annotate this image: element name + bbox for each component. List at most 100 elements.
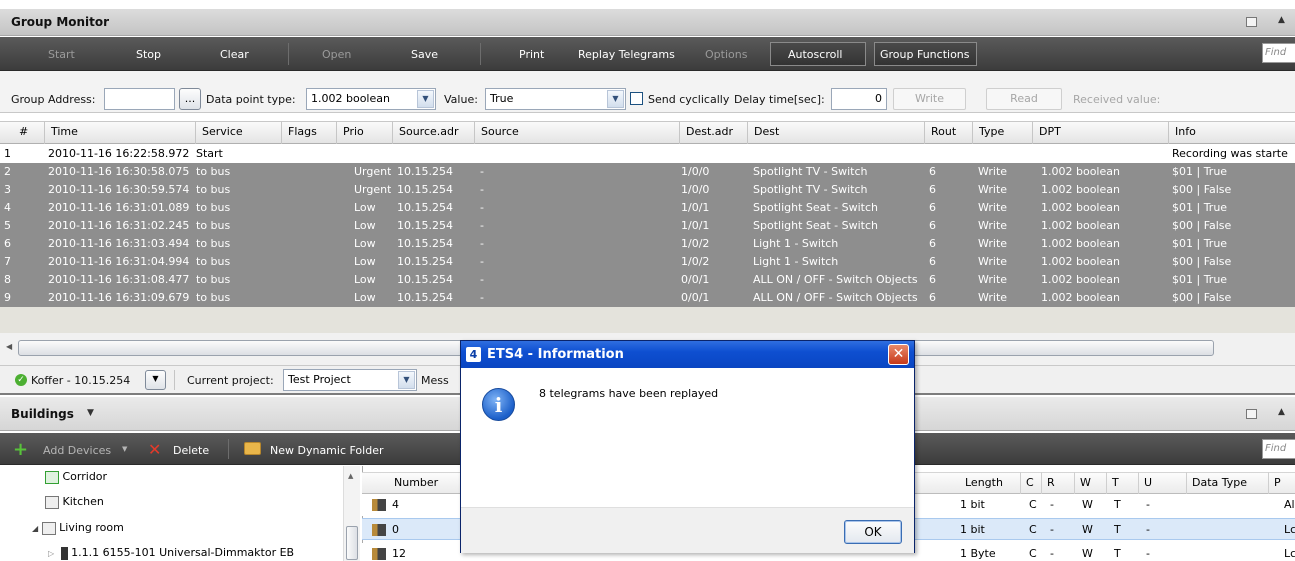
col-source[interactable]: Source xyxy=(475,121,680,144)
col-w[interactable]: W xyxy=(1075,472,1107,494)
scroll-thumb[interactable] xyxy=(346,526,358,560)
col-t[interactable]: T xyxy=(1107,472,1139,494)
maximize-icon[interactable] xyxy=(1246,409,1257,419)
col-rout[interactable]: Rout xyxy=(925,121,973,144)
col-info[interactable]: Info xyxy=(1169,121,1295,144)
tree-item-device[interactable]: ▷ 1.1.1 6155-101 Universal-Dimmaktor EB xyxy=(48,546,294,560)
collapse-icon[interactable]: ▲ xyxy=(1278,407,1285,417)
telegram-form: Group Address: ... Data point type: 1.00… xyxy=(0,71,1295,113)
options-button[interactable]: Options xyxy=(705,48,747,61)
col-number[interactable]: # xyxy=(13,121,45,144)
cell-source: - xyxy=(480,201,484,214)
cell-source-adr: 10.15.254 xyxy=(397,165,453,178)
cell-type: Write xyxy=(978,237,1008,250)
col-dest[interactable]: Dest xyxy=(748,121,925,144)
cell-source: - xyxy=(480,165,484,178)
monitor-find-input[interactable]: Find xyxy=(1262,43,1295,63)
print-button[interactable]: Print xyxy=(519,48,544,61)
table-row[interactable]: 4 2010-11-16 16:31:01.089 to bus Low 10.… xyxy=(0,199,1295,217)
write-button[interactable]: Write xyxy=(893,88,966,110)
tree-item-corridor[interactable]: Corridor xyxy=(45,470,107,484)
table-row[interactable]: 5 2010-11-16 16:31:02.245 to bus Low 10.… xyxy=(0,217,1295,235)
col-c[interactable]: C xyxy=(1021,472,1042,494)
col-r[interactable]: R xyxy=(1042,472,1075,494)
add-devices-button[interactable]: Add Devices xyxy=(43,444,111,457)
interface-dropdown[interactable]: ▼ xyxy=(145,370,166,390)
buildings-title[interactable]: Buildings xyxy=(11,407,74,421)
col-number[interactable]: Number xyxy=(389,472,461,494)
save-button[interactable]: Save xyxy=(411,48,438,61)
tree-scrollbar[interactable]: ▲ xyxy=(343,466,360,561)
chevron-down-icon[interactable]: ▼ xyxy=(87,408,94,418)
tree-item-kitchen[interactable]: Kitchen xyxy=(45,495,104,509)
expand-arrow-icon[interactable]: ◢ xyxy=(32,524,38,533)
table-row[interactable]: 6 2010-11-16 16:31:03.494 to bus Low 10.… xyxy=(0,235,1295,253)
col-u[interactable]: U xyxy=(1139,472,1187,494)
scroll-up-icon[interactable]: ▲ xyxy=(348,472,353,480)
cell-rout: 6 xyxy=(929,237,936,250)
col-length[interactable]: Length xyxy=(960,472,1021,494)
col-service[interactable]: Service xyxy=(196,121,282,144)
col-p[interactable]: P xyxy=(1269,472,1295,494)
cell-prio: Low xyxy=(354,237,376,250)
col-dest-adr[interactable]: Dest.adr xyxy=(680,121,748,144)
col-data-type[interactable]: Data Type xyxy=(1187,472,1269,494)
browse-button[interactable]: ... xyxy=(179,88,201,110)
cell-time: 2010-11-16 16:31:04.994 xyxy=(48,255,190,268)
cell-time: 2010-11-16 16:22:58.972 xyxy=(48,147,190,160)
information-dialog: 4 ETS4 - Information ✕ i 8 telegrams hav… xyxy=(460,340,915,553)
maximize-icon[interactable] xyxy=(1246,17,1257,27)
table-row[interactable]: 9 2010-11-16 16:31:09.679 to bus Low 10.… xyxy=(0,289,1295,307)
cell-info: $00 | False xyxy=(1172,183,1232,196)
col-flags[interactable]: Flags xyxy=(282,121,337,144)
group-address-input[interactable] xyxy=(104,88,175,110)
dpt-select[interactable]: 1.002 boolean ▼ xyxy=(306,88,436,110)
table-row[interactable]: 1 2010-11-16 16:22:58.972 Start Recordin… xyxy=(0,145,1295,163)
collapse-icon[interactable]: ▲ xyxy=(1278,15,1285,25)
chevron-down-icon[interactable]: ▼ xyxy=(122,445,127,453)
cell-source: - xyxy=(480,237,484,250)
close-icon[interactable]: ✕ xyxy=(888,344,909,365)
col-source-adr[interactable]: Source.adr xyxy=(393,121,475,144)
send-cyclically-checkbox[interactable] xyxy=(630,92,643,105)
replay-telegrams-button[interactable]: Replay Telegrams xyxy=(578,48,675,61)
delete-button[interactable]: Delete xyxy=(173,444,209,457)
col-prio[interactable]: Prio xyxy=(337,121,393,144)
clear-button[interactable]: Clear xyxy=(220,48,249,61)
buildings-find-input[interactable]: Find xyxy=(1262,439,1295,459)
cell-dpt: 1.002 boolean xyxy=(1041,201,1120,214)
value-select[interactable]: True ▼ xyxy=(485,88,626,110)
collapsed-arrow-icon[interactable]: ▷ xyxy=(48,549,54,558)
cell-type: Write xyxy=(978,183,1008,196)
table-row[interactable]: 8 2010-11-16 16:31:08.477 to bus Low 10.… xyxy=(0,271,1295,289)
start-button[interactable]: Start xyxy=(48,48,75,61)
group-monitor-header: Group Monitor ▲ xyxy=(0,9,1295,36)
table-row[interactable]: 3 2010-11-16 16:30:59.574 to bus Urgent … xyxy=(0,181,1295,199)
dpt-select-value: 1.002 boolean xyxy=(311,92,390,105)
project-select[interactable]: Test Project ▼ xyxy=(283,369,417,391)
project-select-value: Test Project xyxy=(288,373,351,386)
group-functions-toggle[interactable]: Group Functions xyxy=(874,42,977,66)
cell-dest-adr: 1/0/2 xyxy=(681,237,710,250)
table-row[interactable]: 7 2010-11-16 16:31:04.994 to bus Low 10.… xyxy=(0,253,1295,271)
delay-input[interactable]: 0 xyxy=(831,88,887,110)
cell-number: 6 xyxy=(4,237,11,250)
scroll-left-icon[interactable]: ◀ xyxy=(6,342,12,351)
new-dynamic-folder-button[interactable]: New Dynamic Folder xyxy=(270,444,384,457)
col-time[interactable]: Time xyxy=(45,121,196,144)
table-row[interactable]: 2 2010-11-16 16:30:58.075 to bus Urgent … xyxy=(0,163,1295,181)
col-type[interactable]: Type xyxy=(973,121,1033,144)
open-button[interactable]: Open xyxy=(322,48,351,61)
col-dpt[interactable]: DPT xyxy=(1033,121,1169,144)
stop-button[interactable]: Stop xyxy=(136,48,161,61)
cell-length: 1 bit xyxy=(960,498,985,511)
dialog-titlebar[interactable]: 4 ETS4 - Information ✕ xyxy=(461,341,914,368)
device-icon xyxy=(60,546,68,560)
cell-info: Recording was starte xyxy=(1172,147,1288,160)
cell-dest: ALL ON / OFF - Switch Objects xyxy=(753,273,918,286)
tree-item-living-room[interactable]: ◢ Living room xyxy=(32,521,124,535)
cell-service: to bus xyxy=(196,273,231,286)
ok-button[interactable]: OK xyxy=(844,520,902,544)
autoscroll-toggle[interactable]: Autoscroll xyxy=(770,42,866,66)
read-button[interactable]: Read xyxy=(986,88,1062,110)
